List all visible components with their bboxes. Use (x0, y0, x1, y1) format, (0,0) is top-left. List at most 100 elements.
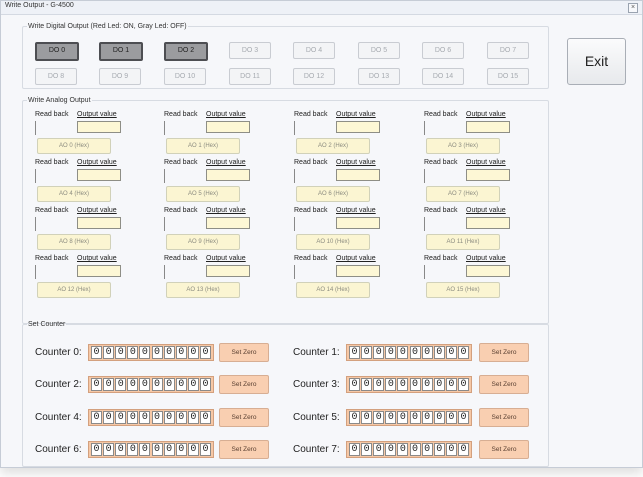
do-button-1[interactable]: DO 1 (99, 42, 143, 61)
ao-write-button[interactable]: AO 15 (Hex) (426, 282, 500, 298)
read-back-label: Read back (294, 111, 328, 118)
counter-digit: 0 (163, 378, 175, 391)
set-zero-button-5[interactable]: Set Zero (479, 408, 529, 427)
ao-channel-8: Read back Output value AO 8 (Hex) (35, 207, 165, 251)
counter-digit: 0 (361, 443, 373, 456)
set-zero-button-3[interactable]: Set Zero (479, 375, 529, 394)
output-value-input[interactable] (206, 121, 250, 133)
counter-display-5: 0000000000 (346, 409, 472, 426)
read-back-display (164, 265, 165, 279)
output-value-input[interactable] (77, 121, 121, 133)
exit-button[interactable]: Exit (567, 38, 626, 85)
counter-digit: 0 (349, 378, 360, 391)
ao-write-button[interactable]: AO 6 (Hex) (296, 186, 370, 202)
do-button-4[interactable]: DO 4 (293, 42, 335, 59)
set-zero-button-0[interactable]: Set Zero (219, 343, 269, 362)
read-back-display (35, 169, 36, 183)
read-back-label: Read back (424, 111, 458, 118)
ao-write-button[interactable]: AO 10 (Hex) (296, 234, 370, 250)
output-value-input[interactable] (466, 169, 510, 181)
do-button-11[interactable]: DO 11 (229, 68, 271, 85)
output-value-input[interactable] (336, 265, 380, 277)
counter-digit: 0 (361, 346, 373, 359)
output-value-input[interactable] (77, 169, 121, 181)
set-zero-button-1[interactable]: Set Zero (479, 343, 529, 362)
ao-write-button[interactable]: AO 13 (Hex) (166, 282, 240, 298)
output-value-input[interactable] (336, 121, 380, 133)
ao-write-button[interactable]: AO 1 (Hex) (166, 138, 240, 154)
do-button-8[interactable]: DO 8 (35, 68, 77, 85)
ao-channel-5: Read back Output value AO 5 (Hex) (164, 159, 294, 203)
set-zero-button-4[interactable]: Set Zero (219, 408, 269, 427)
output-value-input[interactable] (77, 217, 121, 229)
do-button-6[interactable]: DO 6 (422, 42, 464, 59)
counter-display-4: 0000000000 (88, 409, 214, 426)
output-value-label: Output value (336, 111, 376, 118)
output-value-input[interactable] (336, 217, 380, 229)
output-value-input[interactable] (466, 265, 510, 277)
counter-label-1: Counter 1: (293, 347, 340, 358)
do-button-13[interactable]: DO 13 (358, 68, 400, 85)
counter-digit: 0 (115, 443, 127, 456)
ao-write-button[interactable]: AO 7 (Hex) (426, 186, 500, 202)
ao-write-button[interactable]: AO 14 (Hex) (296, 282, 370, 298)
output-value-input[interactable] (206, 169, 250, 181)
ao-channel-13: Read back Output value AO 13 (Hex) (164, 255, 294, 299)
do-button-3[interactable]: DO 3 (229, 42, 271, 59)
counter-digit: 0 (445, 411, 457, 424)
window-title: Write Output - G-4500 (5, 2, 74, 9)
ao-write-button[interactable]: AO 3 (Hex) (426, 138, 500, 154)
counter-display-7: 0000000000 (346, 441, 472, 458)
counter-digit: 0 (115, 378, 127, 391)
counter-digit: 0 (187, 411, 199, 424)
do-button-0[interactable]: DO 0 (35, 42, 79, 61)
do-button-2[interactable]: DO 2 (164, 42, 208, 61)
output-value-input[interactable] (206, 217, 250, 229)
counter-digit: 0 (385, 411, 397, 424)
set-zero-button-6[interactable]: Set Zero (219, 440, 269, 459)
output-value-label: Output value (466, 111, 506, 118)
output-value-input[interactable] (336, 169, 380, 181)
set-zero-button-7[interactable]: Set Zero (479, 440, 529, 459)
counter-digit: 0 (349, 411, 360, 424)
counter-display-2: 0000000000 (88, 376, 214, 393)
counter-digit: 0 (187, 378, 199, 391)
counter-digit: 0 (91, 378, 102, 391)
counter-digit: 0 (175, 346, 187, 359)
ao-channel-7: Read back Output value AO 7 (Hex) (424, 159, 554, 203)
do-button-7[interactable]: DO 7 (487, 42, 529, 59)
read-back-display (424, 169, 425, 183)
do-button-14[interactable]: DO 14 (422, 68, 464, 85)
counter-digit: 0 (385, 346, 397, 359)
read-back-label: Read back (424, 207, 458, 214)
ao-write-button[interactable]: AO 12 (Hex) (37, 282, 111, 298)
ao-write-button[interactable]: AO 8 (Hex) (37, 234, 111, 250)
set-zero-button-2[interactable]: Set Zero (219, 375, 269, 394)
ao-write-button[interactable]: AO 4 (Hex) (37, 186, 111, 202)
close-icon[interactable]: × (628, 3, 638, 13)
ao-write-button[interactable]: AO 9 (Hex) (166, 234, 240, 250)
counter-digit: 0 (187, 346, 199, 359)
output-value-label: Output value (206, 159, 246, 166)
ao-write-button[interactable]: AO 11 (Hex) (426, 234, 500, 250)
counter-digit: 0 (91, 443, 102, 456)
counter-digit: 0 (199, 443, 211, 456)
output-value-input[interactable] (77, 265, 121, 277)
ao-write-button[interactable]: AO 5 (Hex) (166, 186, 240, 202)
do-button-15[interactable]: DO 15 (487, 68, 529, 85)
counter-digit: 0 (199, 411, 211, 424)
output-value-input[interactable] (206, 265, 250, 277)
do-button-12[interactable]: DO 12 (293, 68, 335, 85)
do-button-10[interactable]: DO 10 (164, 68, 206, 85)
read-back-label: Read back (164, 207, 198, 214)
ao-write-button[interactable]: AO 2 (Hex) (296, 138, 370, 154)
ao-channel-2: Read back Output value AO 2 (Hex) (294, 111, 424, 155)
output-value-input[interactable] (466, 121, 510, 133)
counter-digit: 0 (373, 411, 385, 424)
output-value-input[interactable] (466, 217, 510, 229)
do-button-9[interactable]: DO 9 (99, 68, 141, 85)
ao-write-button[interactable]: AO 0 (Hex) (37, 138, 111, 154)
counter-digit: 0 (139, 443, 151, 456)
counter-digit: 0 (175, 411, 187, 424)
do-button-5[interactable]: DO 5 (358, 42, 400, 59)
